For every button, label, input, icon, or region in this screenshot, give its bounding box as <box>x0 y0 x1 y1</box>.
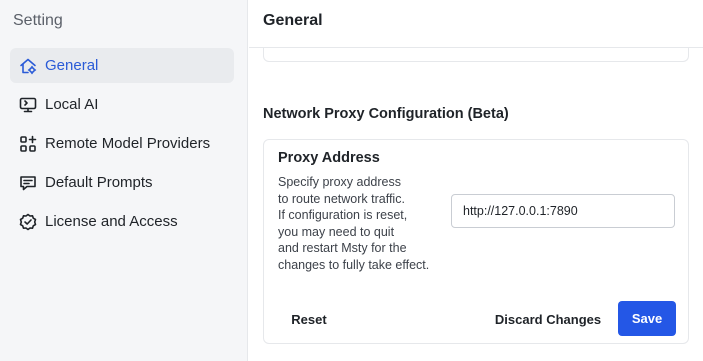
discard-changes-button[interactable]: Discard Changes <box>490 302 606 336</box>
sidebar-title: Setting <box>13 12 63 29</box>
main-content: General Network Proxy Configuration (Bet… <box>249 0 703 361</box>
message-text-icon <box>18 173 38 193</box>
monitor-icon <box>18 95 38 115</box>
sidebar-nav: General Local AI Remote Model Providers … <box>10 48 234 243</box>
proxy-address-card: Proxy Address Specify proxy address to r… <box>263 139 689 344</box>
sidebar-item-label: License and Access <box>45 213 178 230</box>
sidebar-item-remote-model-providers[interactable]: Remote Model Providers <box>10 126 234 161</box>
sidebar-item-label: Default Prompts <box>45 174 153 191</box>
page-title: General <box>263 12 323 29</box>
sidebar-item-license-and-access[interactable]: License and Access <box>10 204 234 239</box>
page-header: General <box>249 0 703 48</box>
proxy-address-description: Specify proxy address to route network t… <box>278 175 430 272</box>
sidebar-item-general[interactable]: General <box>10 48 234 83</box>
save-button[interactable]: Save <box>618 301 676 336</box>
sidebar-item-label: Remote Model Providers <box>45 135 211 152</box>
previous-settings-card <box>263 48 689 62</box>
proxy-address-title: Proxy Address <box>278 150 380 166</box>
sidebar-item-label: General <box>45 57 99 74</box>
sidebar-item-label: Local AI <box>45 96 99 113</box>
grid-plus-icon <box>18 134 38 154</box>
sidebar-item-local-ai[interactable]: Local AI <box>10 87 234 122</box>
section-title-network-proxy: Network Proxy Configuration (Beta) <box>263 106 509 122</box>
sidebar-item-default-prompts[interactable]: Default Prompts <box>10 165 234 200</box>
badge-check-icon <box>18 212 38 232</box>
sidebar: Setting General Local AI Remote Model Pr… <box>0 0 248 361</box>
proxy-address-input[interactable] <box>451 194 675 228</box>
reset-button[interactable]: Reset <box>280 302 338 336</box>
home-gear-icon <box>18 56 38 76</box>
